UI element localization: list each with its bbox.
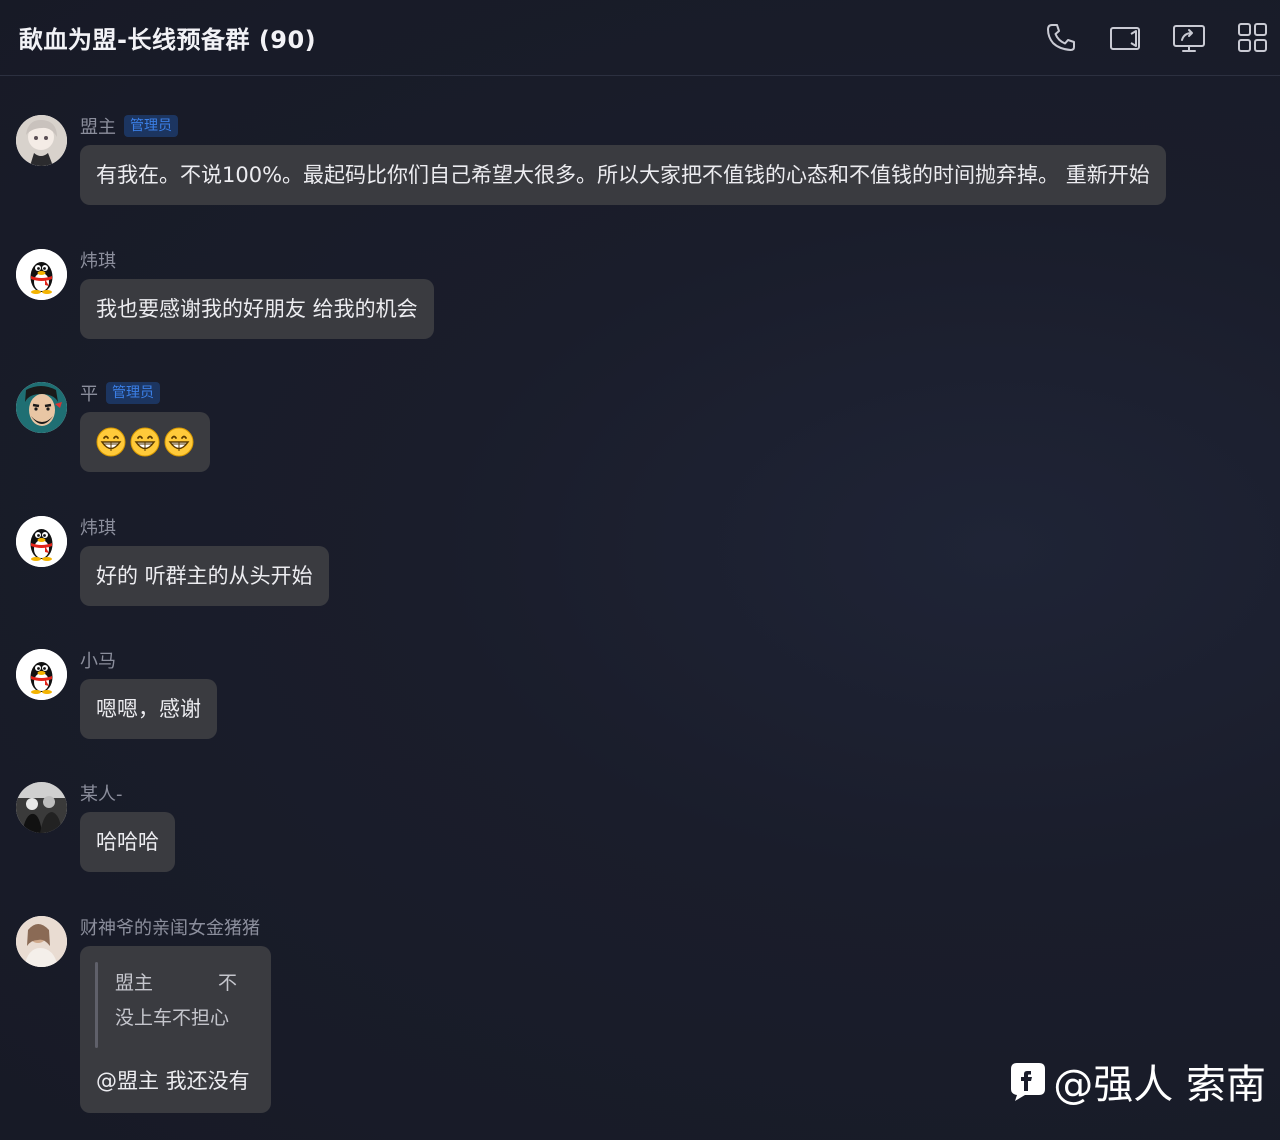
group-title: 歃血为盟-长线预备群 (90): [19, 26, 317, 54]
quoted-snippet: 不: [218, 972, 238, 994]
message-bubble[interactable]: 有我在。不说100%。最起码比你们自己希望大很多。所以大家把不值钱的心态和不值钱…: [80, 145, 1166, 205]
message-meta: 财神爷的亲闺女金猪猪: [80, 914, 260, 940]
phone-icon: [1047, 24, 1075, 51]
avatar[interactable]: [16, 916, 67, 967]
avatar[interactable]: [16, 782, 67, 833]
chat-header: 歃血为盟-长线预备群 (90): [0, 0, 1280, 76]
sender-name[interactable]: 盟主: [80, 113, 116, 139]
sender-name[interactable]: 财神爷的亲闺女金猪猪: [80, 914, 260, 940]
message-bubble[interactable]: 嗯嗯，感谢: [80, 679, 217, 739]
phone-call-button[interactable]: [1042, 20, 1080, 56]
photo-avatar-icon: [16, 916, 67, 967]
header-toolbar: [1042, 20, 1272, 56]
message-meta: 某人-: [80, 780, 123, 806]
message-bubble[interactable]: 我也要感谢我的好朋友 给我的机会: [80, 279, 434, 339]
message-meta: 炜琪: [80, 247, 116, 273]
grin-emoji-icon: [164, 427, 194, 457]
screen-share-button[interactable]: [1170, 20, 1208, 56]
sender-name[interactable]: 炜琪: [80, 247, 116, 273]
message-meta: 盟主 管理员: [80, 113, 178, 139]
apps-button[interactable]: [1234, 20, 1272, 56]
grin-emoji-icon: [96, 427, 126, 457]
message-bubble[interactable]: [80, 412, 210, 472]
message-bubble[interactable]: 哈哈哈: [80, 812, 175, 872]
qq-penguin-icon: [16, 516, 67, 567]
avatar[interactable]: [16, 115, 67, 166]
screen-share-icon: [1173, 25, 1205, 52]
sender-name[interactable]: 某人-: [80, 780, 123, 806]
photo-avatar-icon: [16, 782, 67, 833]
avatar[interactable]: [16, 649, 67, 700]
reply-message-bubble[interactable]: 盟主 不 没上车不担心 @盟主 我还没有: [80, 946, 271, 1113]
quote-bar: [95, 962, 98, 1048]
apps-icon: [1238, 23, 1267, 52]
sender-name[interactable]: 炜琪: [80, 514, 116, 540]
admin-badge: 管理员: [106, 382, 160, 404]
quoted-author: 盟主: [115, 972, 154, 994]
cartoon-avatar-icon: [16, 382, 67, 433]
avatar[interactable]: [16, 516, 67, 567]
qq-penguin-icon: [16, 649, 67, 700]
qq-penguin-icon: [16, 249, 67, 300]
grin-emoji-icon: [130, 427, 160, 457]
message-meta: 平 管理员: [80, 380, 160, 406]
anime-avatar-icon: [16, 115, 67, 166]
emoji-row: [96, 412, 194, 472]
reply-text: @盟主 我还没有: [96, 1069, 250, 1093]
video-call-icon: [1110, 27, 1140, 50]
watermark: @强人 索南: [1007, 1052, 1266, 1110]
quoted-text[interactable]: 没上车不担心: [115, 1003, 229, 1030]
video-call-button[interactable]: [1106, 20, 1144, 56]
avatar[interactable]: [16, 249, 67, 300]
platform-logo-icon: [1011, 1063, 1046, 1101]
admin-badge: 管理员: [124, 115, 178, 137]
message-bubble[interactable]: 好的 听群主的从头开始: [80, 546, 329, 606]
sender-name[interactable]: 小马: [80, 647, 116, 673]
avatar[interactable]: [16, 382, 67, 433]
watermark-text: @强人 索南: [1053, 1062, 1266, 1108]
message-meta: 小马: [80, 647, 116, 673]
sender-name[interactable]: 平: [80, 380, 98, 406]
message-meta: 炜琪: [80, 514, 116, 540]
